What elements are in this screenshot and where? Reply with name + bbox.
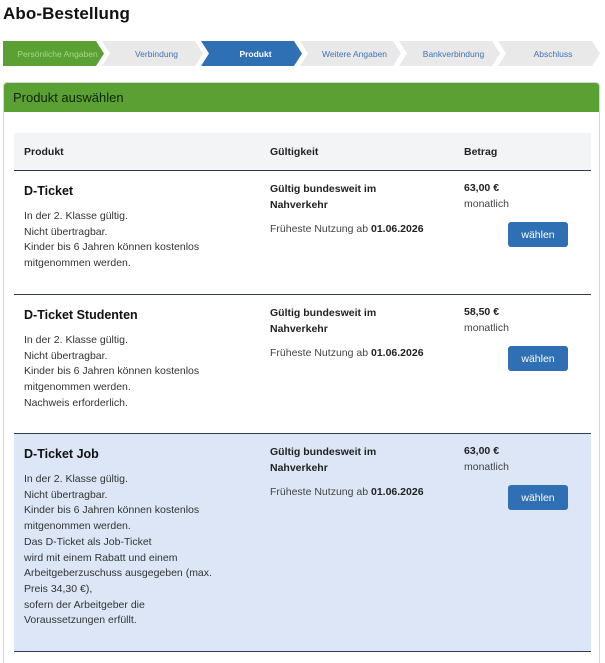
description-line: Kinder bis 6 Jahren können kostenlos (24, 241, 200, 254)
step-bank-details[interactable]: Bankverbindung (399, 41, 500, 66)
step-further-details[interactable]: Weitere Angaben (300, 41, 401, 66)
description-line: Nicht übertragbar. (24, 225, 108, 238)
description-line: sofern der Arbeitgeber die (24, 598, 145, 611)
description-line: Preis 34,30 €), (24, 582, 93, 595)
price: 63,00 € (464, 445, 500, 457)
validity-text: Gültig bundesweit im Nahverkehr (270, 446, 377, 474)
description-line: Kinder bis 6 Jahren können kostenlos (24, 365, 200, 378)
description-line: Das D-Ticket als Job-Ticket (24, 535, 152, 548)
header-amount: Betrag (464, 146, 498, 158)
product-name: D-Ticket Job (24, 447, 99, 461)
earliest-use-label: Früheste Nutzung ab (270, 347, 369, 359)
earliest-use-label: Früheste Nutzung ab (270, 486, 369, 498)
earliest-use-date: 01.06.2026 (370, 486, 424, 498)
page-title: Abo-Bestellung (3, 4, 131, 23)
earliest-use-date: 01.06.2026 (370, 347, 424, 359)
billing-period: monatlich (464, 322, 509, 334)
step-personal-data[interactable]: Persönliche Angaben (3, 41, 104, 66)
description-line: mitgenommen werden. (24, 257, 131, 270)
description-line: Arbeitgeberzuschuss ausgegeben (max. (24, 567, 212, 580)
description-line: In der 2. Klasse gültig. (24, 334, 128, 346)
billing-period: monatlich (464, 461, 509, 473)
description-line: wird mit einem Rabatt und einem (24, 551, 178, 564)
select-d-ticket-button[interactable]: wählen (508, 222, 568, 247)
description-line: Voraussetzungen erfüllt. (24, 614, 137, 627)
description-line: mitgenommen werden. (24, 381, 131, 394)
price: 63,00 € (464, 182, 500, 194)
earliest-use: Früheste Nutzung ab 01.06.2026 (270, 486, 424, 498)
product-description: In der 2. Klasse gültig. Nicht übertragb… (24, 209, 239, 272)
header-validity: Gültigkeit (270, 146, 319, 158)
billing-period: monatlich (464, 198, 509, 210)
table-row: D-Ticket In der 2. Klasse gültig. Nicht … (14, 171, 591, 295)
header-product: Produkt (24, 146, 64, 158)
earliest-use: Früheste Nutzung ab 01.06.2026 (270, 347, 424, 359)
validity-text: Gültig bundesweit im Nahverkehr (270, 307, 377, 335)
earliest-use-label: Früheste Nutzung ab (270, 223, 369, 235)
select-d-ticket-job-button[interactable]: wählen (508, 485, 568, 510)
description-line: Nicht übertragbar. (24, 349, 108, 362)
panel-title: Produkt auswählen (4, 83, 599, 112)
step-completion[interactable]: Abschluss (498, 41, 600, 66)
product-description: In der 2. Klasse gültig. Nicht übertragb… (24, 333, 239, 412)
description-line: In der 2. Klasse gültig. (24, 210, 128, 222)
product-description: In der 2. Klasse gültig. Nicht übertragb… (24, 472, 239, 629)
table-row: D-Ticket Studenten In der 2. Klasse gült… (14, 295, 591, 434)
product-name: D-Ticket (24, 184, 74, 198)
description-line: Kinder bis 6 Jahren können kostenlos (24, 504, 200, 517)
product-name: D-Ticket Studenten (24, 308, 138, 322)
description-line: Nachweis erforderlich. (24, 396, 128, 409)
price: 58,50 € (464, 306, 500, 318)
description-line: Nicht übertragbar. (24, 488, 108, 501)
table-header: Produkt Gültigkeit Betrag (14, 133, 591, 171)
description-line: In der 2. Klasse gültig. (24, 473, 128, 485)
step-connection[interactable]: Verbindung (102, 41, 203, 66)
table-row: D-Ticket Job In der 2. Klasse gültig. Ni… (14, 434, 591, 652)
step-product[interactable]: Produkt (201, 41, 302, 66)
earliest-use-date: 01.06.2026 (370, 223, 424, 235)
select-d-ticket-studenten-button[interactable]: wählen (508, 346, 568, 371)
progress-steps: Persönliche Angaben Verbindung Produkt W… (3, 41, 600, 66)
description-line: mitgenommen werden. (24, 520, 131, 533)
product-panel: Produkt auswählen Produkt Gültigkeit Bet… (3, 82, 600, 663)
validity-text: Gültig bundesweit im Nahverkehr (270, 183, 377, 211)
earliest-use: Früheste Nutzung ab 01.06.2026 (270, 223, 424, 235)
